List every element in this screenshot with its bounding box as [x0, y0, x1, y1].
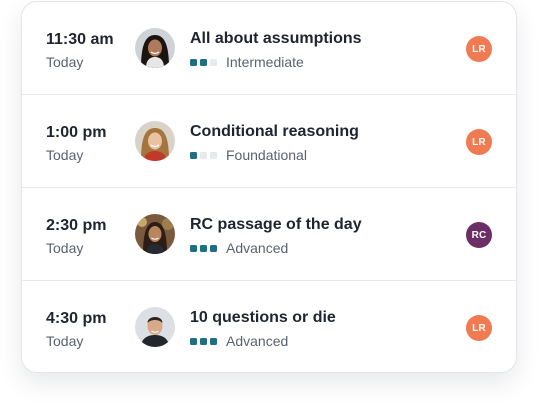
session-title: RC passage of the day [190, 216, 362, 233]
level-dot [210, 58, 217, 66]
level-dot [200, 337, 207, 345]
woman-blonde-hair-avatar-icon [135, 121, 175, 161]
session-day: Today [46, 333, 84, 349]
subject-badge: LR [466, 36, 492, 62]
subject-badge: RC [466, 222, 492, 248]
level-dot [190, 244, 197, 252]
level-dot [210, 244, 217, 252]
level-dots [190, 337, 217, 345]
level-dot [200, 244, 207, 252]
session-title: All about assumptions [190, 30, 362, 47]
session-day: Today [46, 54, 84, 70]
level-dot [210, 337, 217, 345]
woman-outdoor-avatar-icon [135, 214, 175, 254]
level-label: Advanced [226, 333, 289, 349]
session-title: 10 questions or die [190, 309, 336, 326]
man-short-hair-avatar-icon [135, 307, 175, 347]
level-dots [190, 58, 217, 66]
level-indicator: Advanced [190, 333, 288, 349]
session-schedule-card: 11:30 am Today All about assumptions Int… [21, 1, 517, 373]
session-row[interactable]: 4:30 pm Today 10 questions or die Advanc… [22, 281, 516, 372]
level-dots [190, 244, 217, 252]
session-row[interactable]: 11:30 am Today All about assumptions Int… [22, 2, 516, 95]
session-day: Today [46, 147, 84, 163]
woman-dark-hair-avatar-icon [135, 28, 175, 68]
level-dot [200, 58, 207, 66]
level-label: Advanced [226, 240, 289, 256]
session-time: 1:00 pm [46, 124, 107, 141]
level-dot [210, 151, 217, 159]
session-title: Conditional reasoning [190, 123, 359, 140]
level-dot [190, 337, 197, 345]
session-day: Today [46, 240, 84, 256]
session-time: 11:30 am [46, 31, 114, 48]
level-dot [200, 151, 207, 159]
level-indicator: Intermediate [190, 54, 304, 70]
subject-badge: LR [466, 129, 492, 155]
level-label: Foundational [226, 147, 307, 163]
subject-badge: LR [466, 315, 492, 341]
level-label: Intermediate [226, 54, 304, 70]
level-dots [190, 151, 217, 159]
level-indicator: Foundational [190, 147, 307, 163]
session-time: 2:30 pm [46, 217, 107, 234]
session-time: 4:30 pm [46, 310, 107, 327]
session-row[interactable]: 1:00 pm Today Conditional reasoning Foun… [22, 95, 516, 188]
level-dot [190, 151, 197, 159]
level-indicator: Advanced [190, 240, 288, 256]
level-dot [190, 58, 197, 66]
session-row[interactable]: 2:30 pm Today RC passage of the day Adva… [22, 188, 516, 281]
